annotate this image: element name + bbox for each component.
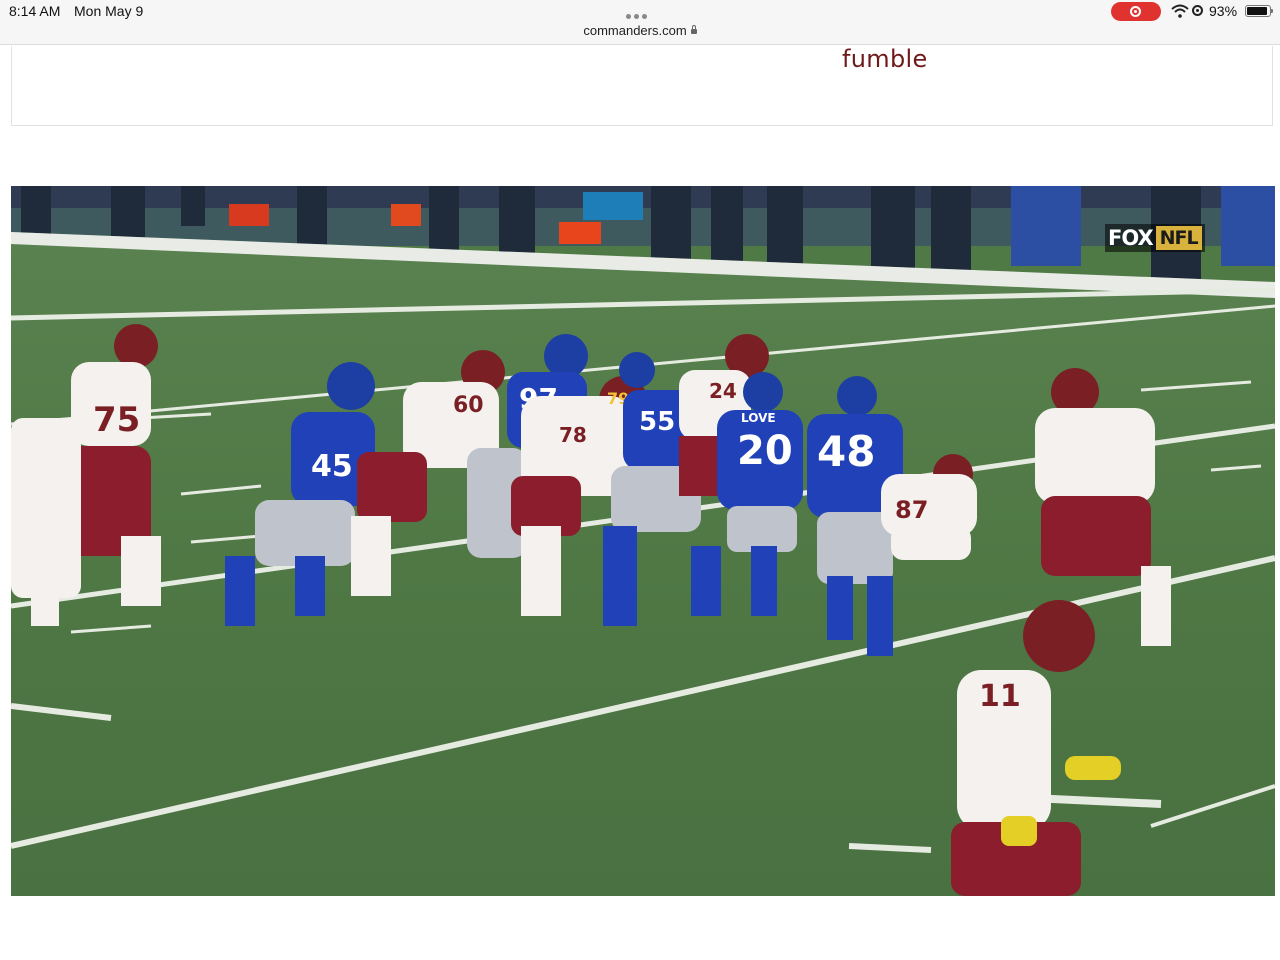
status-date: Mon May 9	[74, 3, 144, 19]
status-bar: 8:14 AM Mon May 9 commanders.com 93%	[0, 0, 1280, 45]
orientation-lock-icon	[1192, 5, 1203, 16]
svg-text:LOVE: LOVE	[741, 411, 776, 425]
game-video[interactable]: 75 45 60 97	[11, 186, 1275, 896]
video-frame: 75 45 60 97	[11, 186, 1275, 896]
svg-text:78: 78	[559, 423, 587, 447]
svg-text:75: 75	[93, 400, 140, 440]
cooler	[229, 204, 269, 226]
svg-text:87: 87	[895, 496, 928, 524]
svg-text:55: 55	[639, 407, 675, 437]
nfl-logo-text: NFL	[1155, 226, 1202, 250]
network-logo: FOX NFL	[1105, 224, 1205, 252]
screen-record-icon[interactable]	[1111, 2, 1161, 21]
address-bar[interactable]: commanders.com	[0, 23, 1280, 38]
fox-logo-text: FOX	[1108, 226, 1154, 250]
svg-text:11: 11	[979, 679, 1021, 714]
svg-text:48: 48	[817, 427, 875, 476]
battery-percent: 93%	[1209, 3, 1238, 19]
fumble-link[interactable]: fumble	[842, 45, 928, 73]
lock-icon	[690, 25, 697, 34]
svg-text:24: 24	[709, 379, 737, 403]
svg-text:20: 20	[737, 428, 793, 474]
svg-text:45: 45	[311, 449, 353, 484]
wifi-icon	[1171, 4, 1189, 18]
battery-icon	[1245, 5, 1273, 17]
url-text: commanders.com	[583, 23, 687, 38]
status-time: 8:14 AM	[9, 3, 61, 19]
svg-text:60: 60	[453, 393, 484, 418]
caption-card	[11, 46, 1273, 126]
more-dots-icon[interactable]	[626, 6, 654, 19]
